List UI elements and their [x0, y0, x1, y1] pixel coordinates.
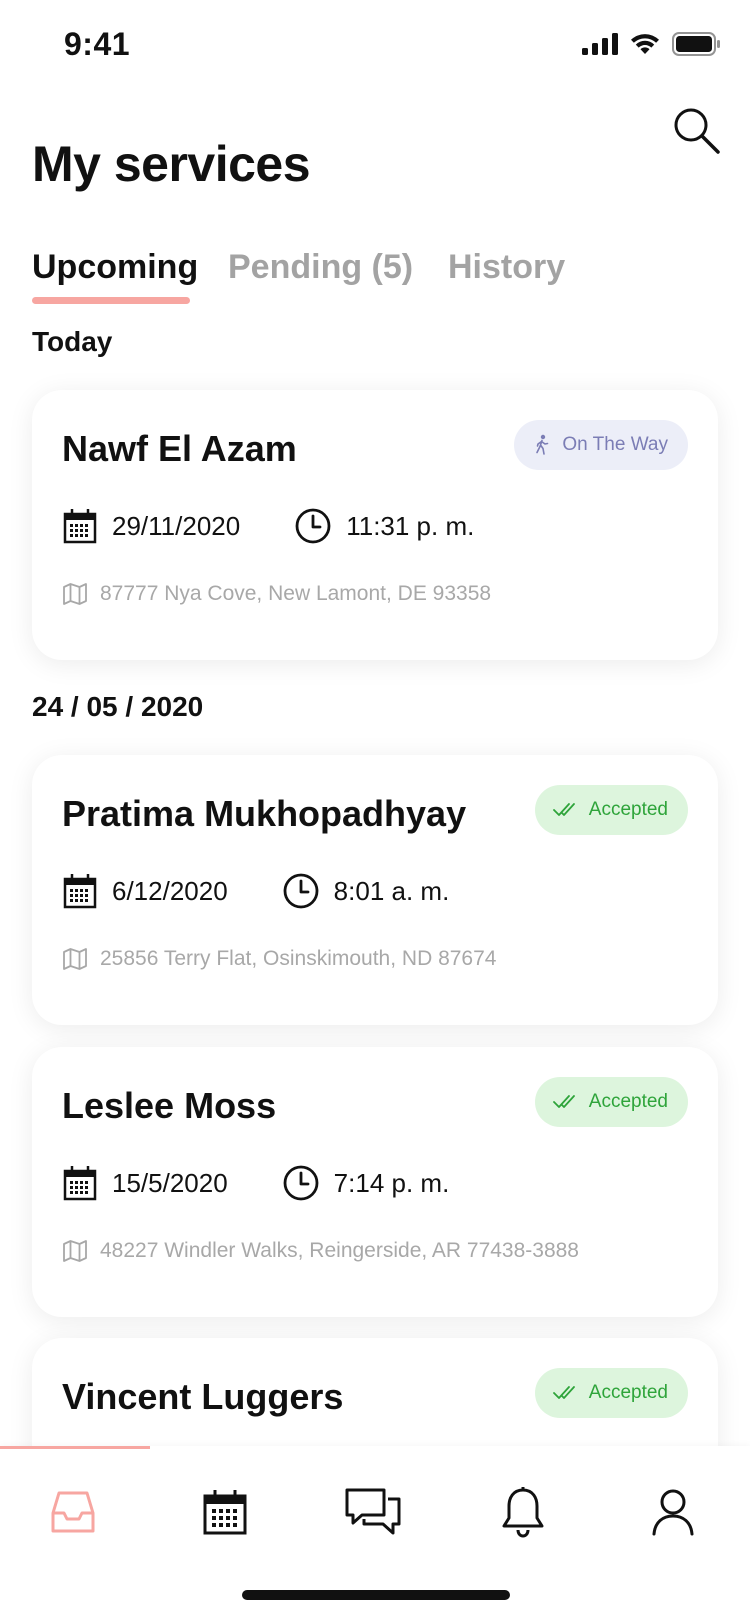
schedule-row: 15/5/2020 7:14 p. m. — [62, 1161, 449, 1205]
schedule-row: 29/11/2020 11:31 p. m. — [62, 504, 474, 548]
status-time: 9:41 — [64, 26, 131, 62]
status-label: Accepted — [588, 799, 668, 820]
map-icon — [63, 948, 87, 970]
calendar-icon — [203, 1490, 247, 1535]
inbox-icon — [51, 1491, 95, 1533]
status-label: Accepted — [588, 1091, 668, 1112]
page-title: My services — [32, 136, 311, 192]
profile-icon — [652, 1489, 694, 1536]
service-card[interactable]: Leslee Moss Accepted 15/5/2020 7:14 p. m… — [32, 1047, 718, 1317]
map-icon — [63, 583, 87, 605]
time-field: 7:14 p. m. — [282, 1164, 450, 1202]
battery-icon — [672, 32, 720, 56]
nav-profile[interactable] — [638, 1482, 708, 1542]
map-icon — [63, 1240, 87, 1262]
calendar-icon — [63, 874, 97, 909]
service-date: 15/5/2020 — [112, 1167, 228, 1198]
schedule-row: 6/12/2020 8:01 a. m. — [62, 869, 449, 913]
section-header-today: Today — [32, 326, 113, 357]
client-name: Vincent Luggers — [62, 1376, 344, 1417]
tab-history[interactable]: History — [448, 248, 565, 287]
service-address: 87777 Nya Cove, New Lamont, DE 93358 — [100, 582, 492, 605]
status-bar: 9:41 — [0, 0, 750, 94]
chat-icon — [345, 1488, 401, 1535]
service-date: 29/11/2020 — [112, 510, 241, 541]
client-name: Leslee Moss — [62, 1085, 277, 1126]
status-badge: Accepted — [534, 1368, 688, 1418]
date-field: 6/12/2020 — [62, 872, 228, 910]
status-label: On The Way — [562, 434, 668, 455]
nav-notifications[interactable] — [488, 1482, 558, 1542]
cellular-signal-icon — [582, 33, 618, 55]
service-time: 7:14 p. m. — [333, 1167, 450, 1198]
client-name: Pratima Mukhopadhyay — [62, 793, 467, 834]
search-button[interactable] — [670, 104, 724, 158]
home-indicator — [242, 1590, 510, 1600]
address-row: 87777 Nya Cove, New Lamont, DE 93358 — [62, 582, 491, 606]
service-date: 6/12/2020 — [112, 875, 228, 906]
bell-icon — [502, 1487, 544, 1538]
calendar-icon — [63, 509, 97, 544]
address-row: 25856 Terry Flat, Osinskimouth, ND 87674 — [62, 947, 496, 971]
clock-icon — [283, 1165, 319, 1201]
status-badge: Accepted — [534, 785, 688, 835]
address-row: 48227 Windler Walks, Reingerside, AR 774… — [62, 1239, 579, 1263]
status-label: Accepted — [588, 1382, 668, 1403]
clock-icon — [295, 508, 331, 544]
wifi-icon — [631, 34, 659, 54]
double-check-icon — [552, 1095, 575, 1108]
tab-bar: Upcoming Pending (5) History — [32, 248, 732, 308]
time-field: 11:31 p. m. — [294, 507, 474, 545]
status-icons — [582, 32, 720, 56]
service-card[interactable]: Pratima Mukhopadhyay Accepted 6/12/2020 — [32, 755, 718, 1025]
double-check-icon — [552, 1386, 575, 1399]
date-field: 15/5/2020 — [62, 1164, 228, 1202]
service-address: 25856 Terry Flat, Osinskimouth, ND 87674 — [100, 947, 497, 970]
clock-icon — [283, 873, 319, 909]
calendar-icon — [63, 1166, 97, 1201]
active-tab-underline — [32, 297, 190, 304]
nav-calendar[interactable] — [190, 1482, 260, 1542]
nav-inbox[interactable] — [38, 1482, 108, 1542]
service-address: 48227 Windler Walks, Reingerside, AR 774… — [100, 1239, 579, 1262]
service-time: 11:31 p. m. — [346, 510, 475, 541]
date-field: 29/11/2020 — [62, 507, 240, 545]
search-icon — [674, 108, 720, 154]
nav-messages[interactable] — [338, 1482, 408, 1542]
active-nav-indicator — [0, 1446, 150, 1449]
service-card[interactable]: Nawf El Azam On The Way 29/11/2020 11:31… — [32, 390, 718, 660]
time-field: 8:01 a. m. — [282, 872, 450, 910]
service-time: 8:01 a. m. — [333, 875, 450, 906]
status-badge: On The Way — [514, 420, 688, 470]
client-name: Nawf El Azam — [62, 428, 297, 469]
tab-pending[interactable]: Pending (5) — [228, 248, 413, 287]
double-check-icon — [552, 803, 575, 816]
status-badge: Accepted — [534, 1077, 688, 1127]
tab-upcoming[interactable]: Upcoming — [32, 248, 198, 287]
walking-person-icon — [536, 434, 549, 455]
section-header-date: 24 / 05 / 2020 — [32, 691, 204, 722]
